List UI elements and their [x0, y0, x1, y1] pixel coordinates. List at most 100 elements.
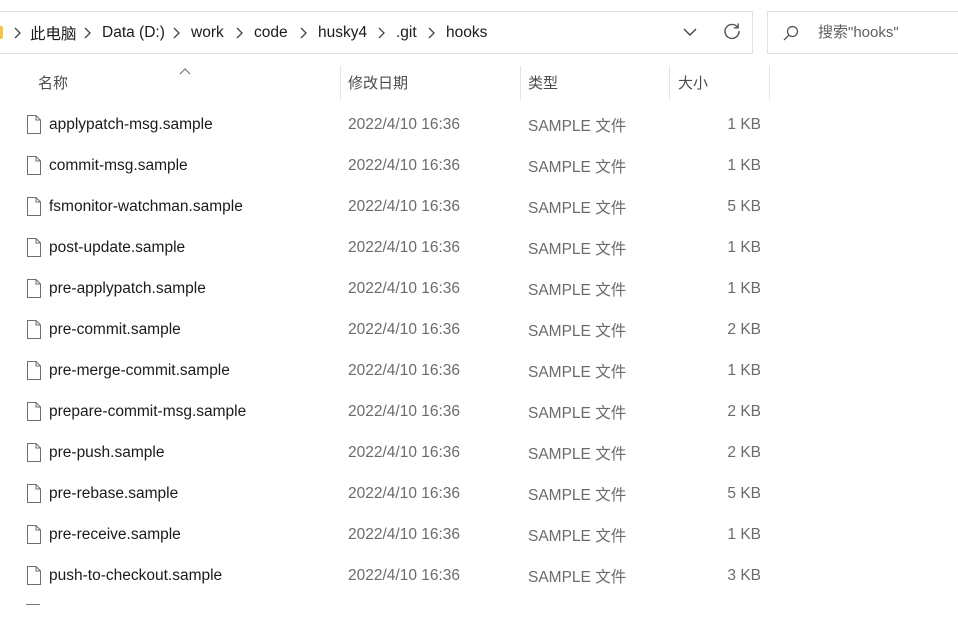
- file-icon: [26, 319, 42, 340]
- chevron-right-icon[interactable]: [297, 25, 309, 41]
- breadcrumb-code[interactable]: code: [254, 12, 288, 53]
- search-box[interactable]: [767, 11, 958, 54]
- breadcrumb-this-pc[interactable]: 此电脑: [30, 12, 77, 53]
- file-icon: [26, 237, 42, 258]
- file-type: SAMPLE 文件: [528, 404, 627, 422]
- file-row[interactable]: pre-push.sample 2022/4/10 16:36 SAMPLE 文件 2…: [20, 432, 780, 473]
- column-header-size[interactable]: 大小: [678, 64, 766, 100]
- file-name: applypatch-msg.sample: [49, 115, 213, 133]
- file-type: SAMPLE 文件: [528, 568, 627, 586]
- file-modified-date: 2022/4/10 16:36: [348, 238, 461, 256]
- file-row[interactable]: pre-merge-commit.sample 2022/4/10 16:36 SA…: [20, 350, 780, 391]
- column-header-date[interactable]: 修改日期: [348, 64, 516, 100]
- file-name: post-update.sample: [49, 238, 186, 256]
- file-size: 2 KB: [727, 320, 761, 338]
- file-type: SAMPLE 文件: [528, 363, 627, 381]
- file-size: 5 KB: [727, 197, 761, 215]
- search-input[interactable]: [818, 12, 958, 53]
- breadcrumb-git[interactable]: .git: [396, 12, 417, 53]
- search-icon: [782, 24, 800, 42]
- file-icon: [26, 604, 40, 619]
- breadcrumb-hooks[interactable]: hooks: [446, 12, 487, 53]
- file-name: fsmonitor-watchman.sample: [49, 197, 243, 215]
- file-row[interactable]: pre-applypatch.sample 2022/4/10 16:36 SAMP…: [20, 268, 780, 309]
- file-type: SAMPLE 文件: [528, 445, 627, 463]
- file-modified-date: 2022/4/10 16:36: [348, 402, 461, 420]
- column-header-row: 名称 修改日期 类型 大小: [0, 64, 958, 100]
- file-name: prepare-commit-msg.sample: [49, 402, 247, 420]
- file-icon: [26, 524, 42, 545]
- breadcrumb-drive[interactable]: Data (D:): [102, 12, 165, 53]
- file-name: pre-receive.sample: [49, 525, 181, 543]
- file-icon: [26, 442, 42, 463]
- file-row[interactable]: pre-rebase.sample 2022/4/10 16:36 SAMPLE 文…: [20, 473, 780, 514]
- column-divider[interactable]: [769, 66, 770, 100]
- chevron-right-icon[interactable]: [11, 25, 23, 41]
- file-icon: [26, 565, 42, 586]
- file-name: pre-push.sample: [49, 443, 165, 461]
- file-size: 1 KB: [727, 361, 761, 379]
- file-modified-date: 2022/4/10 16:36: [348, 525, 461, 543]
- file-row[interactable]: prepare-commit-msg.sample 2022/4/10 16:36…: [20, 391, 780, 432]
- file-modified-date: 2022/4/10 16:36: [348, 484, 461, 502]
- column-divider[interactable]: [520, 66, 521, 100]
- address-bar[interactable]: 此电脑 Data (D:) work code husky4 .git hook…: [0, 11, 753, 54]
- file-name: pre-merge-commit.sample: [49, 361, 230, 379]
- file-modified-date: 2022/4/10 16:36: [348, 566, 461, 584]
- file-name: pre-applypatch.sample: [49, 279, 206, 297]
- file-modified-date: 2022/4/10 16:36: [348, 115, 461, 133]
- file-size: 1 KB: [727, 156, 761, 174]
- breadcrumb-husky4[interactable]: husky4: [318, 12, 367, 53]
- file-row[interactable]: pre-commit.sample 2022/4/10 16:36 SAMPLE 文…: [20, 309, 780, 350]
- file-name: pre-commit.sample: [49, 320, 181, 338]
- column-header-type[interactable]: 类型: [528, 64, 666, 100]
- file-icon: [26, 155, 42, 176]
- folder-icon: [0, 26, 3, 39]
- file-size: 2 KB: [727, 402, 761, 420]
- chevron-right-icon[interactable]: [170, 25, 182, 41]
- column-header-name[interactable]: 名称: [38, 64, 338, 100]
- file-modified-date: 2022/4/10 16:36: [348, 156, 461, 174]
- file-type: SAMPLE 文件: [528, 158, 627, 176]
- chevron-right-icon[interactable]: [81, 25, 93, 41]
- column-divider[interactable]: [340, 66, 341, 100]
- file-type: SAMPLE 文件: [528, 117, 627, 135]
- file-modified-date: 2022/4/10 16:36: [348, 197, 461, 215]
- file-modified-date: 2022/4/10 16:36: [348, 361, 461, 379]
- file-type: SAMPLE 文件: [528, 486, 627, 504]
- file-icon: [26, 114, 42, 135]
- file-type: SAMPLE 文件: [528, 527, 627, 545]
- file-icon: [26, 483, 42, 504]
- file-row[interactable]: push-to-checkout.sample 2022/4/10 16:36 SA…: [20, 555, 780, 596]
- chevron-right-icon[interactable]: [233, 25, 245, 41]
- file-row[interactable]: fsmonitor-watchman.sample 2022/4/10 16:36…: [20, 186, 780, 227]
- column-divider[interactable]: [669, 66, 670, 100]
- file-type: SAMPLE 文件: [528, 322, 627, 340]
- file-icon: [26, 196, 42, 217]
- file-name: push-to-checkout.sample: [49, 566, 223, 584]
- file-size: 1 KB: [727, 525, 761, 543]
- file-size: 5 KB: [727, 484, 761, 502]
- file-size: 1 KB: [727, 115, 761, 133]
- file-icon: [26, 278, 42, 299]
- file-size: 1 KB: [727, 238, 761, 256]
- file-modified-date: 2022/4/10 16:36: [348, 279, 461, 297]
- file-size: 1 KB: [727, 279, 761, 297]
- file-row[interactable]: applypatch-msg.sample 2022/4/10 16:36 SAMP…: [20, 104, 780, 145]
- chevron-right-icon[interactable]: [375, 25, 387, 41]
- file-name: pre-rebase.sample: [49, 484, 179, 502]
- file-size: 3 KB: [727, 566, 761, 584]
- chevron-down-icon[interactable]: [680, 22, 700, 42]
- file-type: SAMPLE 文件: [528, 199, 627, 217]
- file-modified-date: 2022/4/10 16:36: [348, 443, 461, 461]
- file-row[interactable]: post-update.sample 2022/4/10 16:36 SAMPLE …: [20, 227, 780, 268]
- file-row[interactable]: pre-receive.sample 2022/4/10 16:36 SAMPLE …: [20, 514, 780, 555]
- refresh-icon[interactable]: [722, 21, 742, 41]
- file-type: SAMPLE 文件: [528, 240, 627, 258]
- breadcrumb-work[interactable]: work: [191, 12, 224, 53]
- file-modified-date: 2022/4/10 16:36: [348, 320, 461, 338]
- chevron-right-icon[interactable]: [425, 25, 437, 41]
- file-icon: [26, 360, 42, 381]
- file-type: SAMPLE 文件: [528, 281, 627, 299]
- file-row[interactable]: commit-msg.sample 2022/4/10 16:36 SAMPLE 文…: [20, 145, 780, 186]
